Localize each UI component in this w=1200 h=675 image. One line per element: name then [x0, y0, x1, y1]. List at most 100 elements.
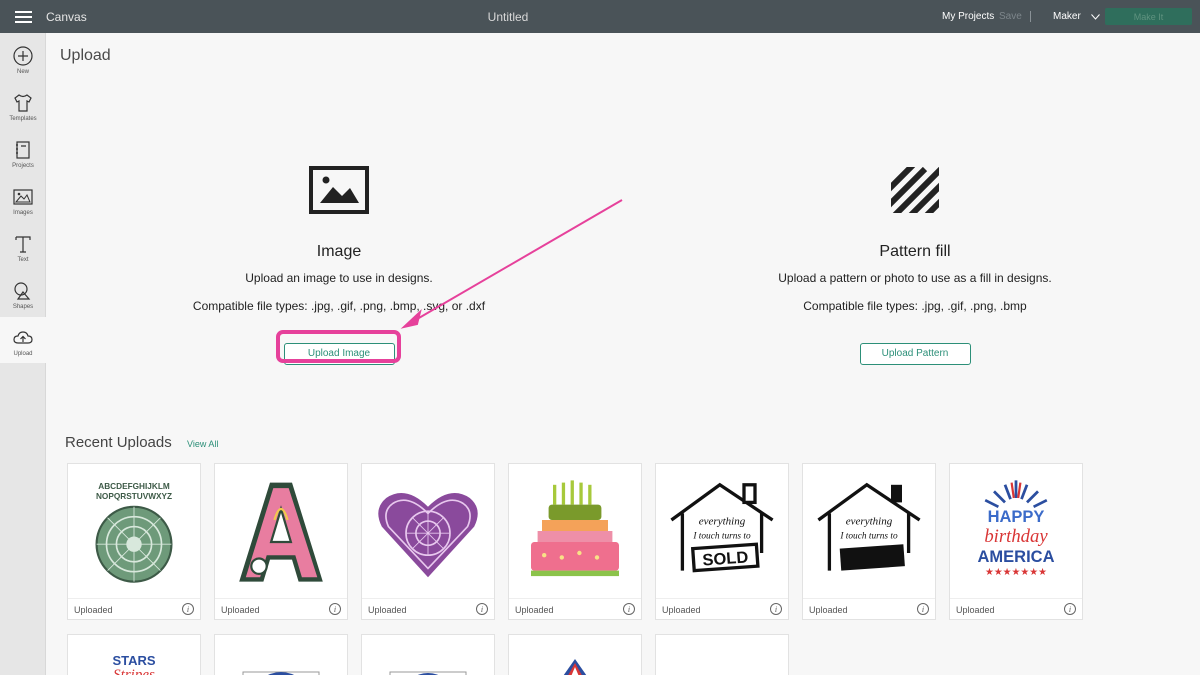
upload-pattern-button[interactable]: Upload Pattern	[859, 343, 971, 365]
save-button[interactable]: Save	[999, 11, 1022, 22]
upload-status: Uploaded	[74, 605, 113, 615]
thumb-text: SOLD	[702, 548, 749, 569]
thumb-text: birthday	[984, 526, 1048, 547]
info-icon[interactable]: i	[329, 603, 341, 615]
upload-card[interactable]: Uploaded i	[508, 463, 642, 620]
info-icon[interactable]: i	[623, 603, 635, 615]
sidebar-item-templates[interactable]: Templates	[0, 82, 46, 128]
upload-card-footer: Uploaded i	[509, 598, 641, 620]
info-icon[interactable]: i	[770, 603, 782, 615]
thumb-text: everything	[699, 515, 746, 527]
sidebar-item-text[interactable]: Text	[0, 223, 46, 269]
upload-card[interactable]: ABCDEFGHIJKLM NOPQRSTUVWXYZ Uploaded i	[67, 463, 201, 620]
option-description: Upload a pattern or photo to use as a fi…	[778, 271, 1052, 285]
thumb-text: A	[281, 476, 282, 477]
option-heading: Image	[316, 243, 362, 260]
thumb-text: everything	[846, 515, 893, 527]
machine-select[interactable]: Maker	[1053, 11, 1100, 22]
document-title[interactable]: Untitled	[0, 10, 1016, 24]
sidebar-item-label: Projects	[12, 163, 34, 169]
upload-card[interactable]: A Uploaded i	[214, 463, 348, 620]
upload-thumbnail: HAPPY birthday AMERICA ★★★★★★★	[950, 464, 1082, 598]
upload-thumbnail	[215, 635, 347, 675]
flag-partial-thumbnail	[389, 671, 467, 675]
top-bar: Canvas Untitled My Projects Save Maker M…	[0, 0, 1200, 33]
upload-thumbnail: A	[215, 464, 347, 598]
upload-card-footer: Uploaded i	[950, 598, 1082, 620]
image-icon	[309, 166, 369, 214]
sidebar-item-label: Upload	[13, 351, 33, 357]
sidebar-item-label: New	[16, 69, 29, 75]
shapes-icon	[14, 282, 31, 300]
view-all-link[interactable]: View All	[187, 439, 218, 449]
page-title: Upload	[60, 47, 111, 64]
option-description: Upload an image to use in designs.	[245, 271, 433, 285]
upload-card[interactable]: everything I touch turns to Uploaded i	[802, 463, 936, 620]
upload-image-button[interactable]: Upload Image	[283, 343, 395, 365]
notebook-icon	[16, 141, 30, 159]
upload-card-footer: Uploaded i	[362, 598, 494, 620]
image-upload-option: Image Upload an image to use in designs.…	[124, 165, 554, 365]
upload-status: Uploaded	[221, 605, 260, 615]
upload-thumbnail: everything I touch turns to SOLD	[656, 464, 788, 598]
flag-partial-thumbnail	[242, 671, 320, 675]
upload-card-footer: Uploaded i	[803, 598, 935, 620]
upload-status: Uploaded	[515, 605, 554, 615]
recent-uploads-title: Recent Uploads	[65, 434, 172, 451]
happy-birthday-america-thumbnail: HAPPY birthday AMERICA ★★★★★★★	[978, 480, 1055, 578]
upload-status: Uploaded	[662, 605, 701, 615]
plus-circle-icon	[13, 46, 33, 66]
upload-status: Uploaded	[368, 605, 407, 615]
thumb-text: AMERICA	[978, 548, 1055, 566]
upload-card-footer: Uploaded i	[215, 598, 347, 620]
thumb-text: I touch turns to	[839, 532, 898, 542]
thumb-text: I touch turns to	[692, 532, 751, 542]
info-icon[interactable]: i	[1064, 603, 1076, 615]
upload-card[interactable]: STARS Stripes	[67, 634, 201, 675]
upload-card[interactable]	[508, 634, 642, 675]
upload-card[interactable]	[361, 634, 495, 675]
info-icon[interactable]: i	[182, 603, 194, 615]
sidebar-item-upload[interactable]: Upload	[0, 317, 46, 363]
make-it-button[interactable]: Make It	[1105, 8, 1192, 25]
my-projects-link[interactable]: My Projects	[942, 11, 994, 22]
upload-thumbnail	[509, 464, 641, 598]
triangle-flag-thumbnail	[563, 659, 587, 675]
info-icon[interactable]: i	[476, 603, 488, 615]
upload-thumbnail	[656, 635, 788, 675]
info-icon[interactable]: i	[917, 603, 929, 615]
upload-thumbnail: everything I touch turns to	[803, 464, 935, 598]
upload-status: Uploaded	[956, 605, 995, 615]
sidebar-item-label: Text	[17, 257, 29, 263]
compatible-file-types: Compatible file types: .jpg, .gif, .png,…	[803, 299, 1027, 313]
thumb-text: ABCDEFGHIJKLM	[98, 482, 170, 491]
pattern-upload-option: Pattern fill Upload a pattern or photo t…	[700, 165, 1130, 365]
upload-card[interactable]	[655, 634, 789, 675]
chevron-down-icon	[1090, 13, 1100, 20]
upload-card-footer: Uploaded i	[68, 598, 200, 620]
upload-thumbnail: ABCDEFGHIJKLM NOPQRSTUVWXYZ	[68, 464, 200, 598]
sidebar-item-shapes[interactable]: Shapes	[0, 270, 46, 316]
birthday-cake-thumbnail	[531, 480, 619, 577]
sidebar-item-new[interactable]: New	[0, 35, 46, 81]
house-sold-sign-thumbnail: everything I touch turns to SOLD	[670, 482, 774, 573]
alphabet-mandala-thumbnail: ABCDEFGHIJKLM NOPQRSTUVWXYZ	[95, 482, 173, 583]
house-blank-sign-thumbnail: everything I touch turns to	[817, 482, 921, 571]
mandala-heart-thumbnail	[378, 493, 478, 578]
sidebar-item-images[interactable]: Images	[0, 176, 46, 222]
thumb-text: HAPPY	[988, 508, 1045, 526]
upload-card[interactable]: HAPPY birthday AMERICA ★★★★★★★ Uploaded …	[949, 463, 1083, 620]
sidebar-item-label: Images	[13, 210, 33, 216]
upload-card[interactable]	[214, 634, 348, 675]
upload-card[interactable]: Uploaded i	[361, 463, 495, 620]
text-t-icon	[15, 236, 31, 253]
stars-stripes-thumbnail: STARS Stripes	[112, 653, 155, 675]
upload-thumbnail	[362, 464, 494, 598]
sidebar-item-label: Shapes	[12, 304, 34, 310]
letter-a-monogram-thumbnail: A	[239, 476, 323, 582]
sidebar-item-projects[interactable]: Projects	[0, 129, 46, 175]
thumb-text: NOPQRSTUVWXYZ	[96, 492, 172, 501]
upload-card[interactable]: everything I touch turns to SOLD Uploade…	[655, 463, 789, 620]
upload-thumbnail	[509, 635, 641, 675]
cloud-upload-icon	[13, 331, 33, 344]
